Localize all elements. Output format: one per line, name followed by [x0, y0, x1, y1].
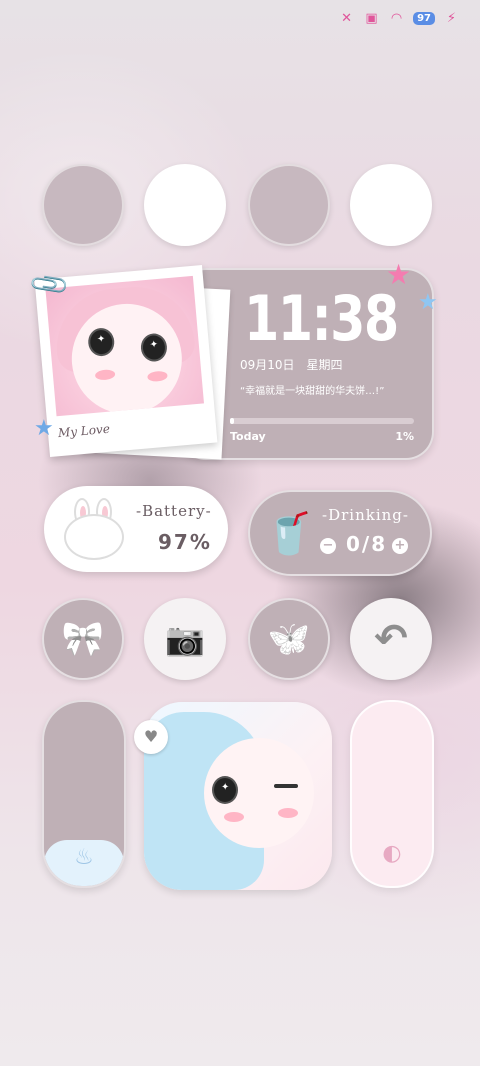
- cheek-2b: [278, 808, 298, 818]
- battery-title: -Battery-: [136, 502, 212, 520]
- contrast-slider[interactable]: ◐: [350, 700, 434, 888]
- back-button[interactable]: ↶: [350, 598, 432, 680]
- clock-time: 11:38: [244, 282, 399, 355]
- cheek-2a: [224, 812, 244, 822]
- camera-button[interactable]: 📷: [144, 598, 226, 680]
- battery-widget[interactable]: -Battery- 97%: [44, 486, 228, 572]
- cup-icon: 🥤: [264, 511, 314, 557]
- bunny-icon: [60, 496, 126, 562]
- blue-star-small-icon: ★: [34, 416, 54, 441]
- battery-value: 97%: [158, 530, 212, 554]
- mute-icon: ✕: [341, 11, 353, 26]
- camera-icon: 📷: [165, 620, 205, 658]
- contrast-icon: ◐: [382, 841, 402, 866]
- drinking-value: 0/8: [346, 532, 388, 556]
- bow-button[interactable]: 🎀: [42, 598, 124, 680]
- drink-plus-button[interactable]: +: [392, 538, 408, 554]
- right-cheek: [147, 370, 168, 383]
- shortcut-circle-2[interactable]: [144, 164, 226, 246]
- wink-eye: [274, 784, 298, 788]
- battery-icon: 97: [413, 12, 435, 25]
- shortcut-circle-3[interactable]: [248, 164, 330, 246]
- date-line: 09月10日 星期四: [240, 356, 343, 373]
- day-progress-bar: [230, 418, 414, 424]
- face2: [204, 738, 314, 848]
- day-progress-fill: [230, 418, 234, 424]
- anime-girl-photo: [45, 275, 204, 417]
- left-cheek: [94, 369, 116, 381]
- drinking-title: -Drinking-: [322, 506, 409, 524]
- cake-icon: ♨: [74, 845, 94, 870]
- weekday-text: 星期四: [306, 358, 343, 372]
- status-bar: ✕ ▣ ◠ 97 ⚡: [338, 10, 460, 27]
- blue-star-icon: ★: [418, 290, 438, 315]
- back-arrow-icon: ↶: [374, 616, 408, 662]
- charging-icon: ⚡: [446, 11, 457, 26]
- pink-star-icon: ★: [386, 258, 412, 291]
- drink-minus-button[interactable]: −: [320, 538, 336, 554]
- shortcut-circle-1[interactable]: [42, 164, 124, 246]
- left-eye-2: [212, 776, 238, 804]
- right-eye: [139, 332, 169, 363]
- anime-girl-widget[interactable]: [144, 702, 332, 890]
- date-text: 09月10日: [240, 358, 295, 372]
- butterfly-icon: 🦋: [267, 619, 311, 659]
- shortcut-circle-4[interactable]: [350, 164, 432, 246]
- wifi-icon: ◠: [390, 11, 403, 26]
- left-eye: [87, 327, 116, 358]
- sim-off-icon: ▣: [365, 11, 378, 26]
- quote-text: “幸福就是一块甜甜的华夫饼…!”: [240, 386, 385, 397]
- progress-percent: 1%: [395, 430, 414, 443]
- progress-label: Today: [230, 430, 266, 443]
- butterfly-button[interactable]: 🦋: [248, 598, 330, 680]
- bunny-head: [64, 514, 124, 560]
- bow-icon: 🎀: [61, 619, 105, 659]
- heart-bubble-icon: ♥: [134, 720, 168, 754]
- brightness-slider[interactable]: ♨: [42, 700, 126, 888]
- drinking-widget[interactable]: 🥤 -Drinking- − 0/8 +: [248, 490, 432, 576]
- photo-caption: My Love: [57, 421, 111, 441]
